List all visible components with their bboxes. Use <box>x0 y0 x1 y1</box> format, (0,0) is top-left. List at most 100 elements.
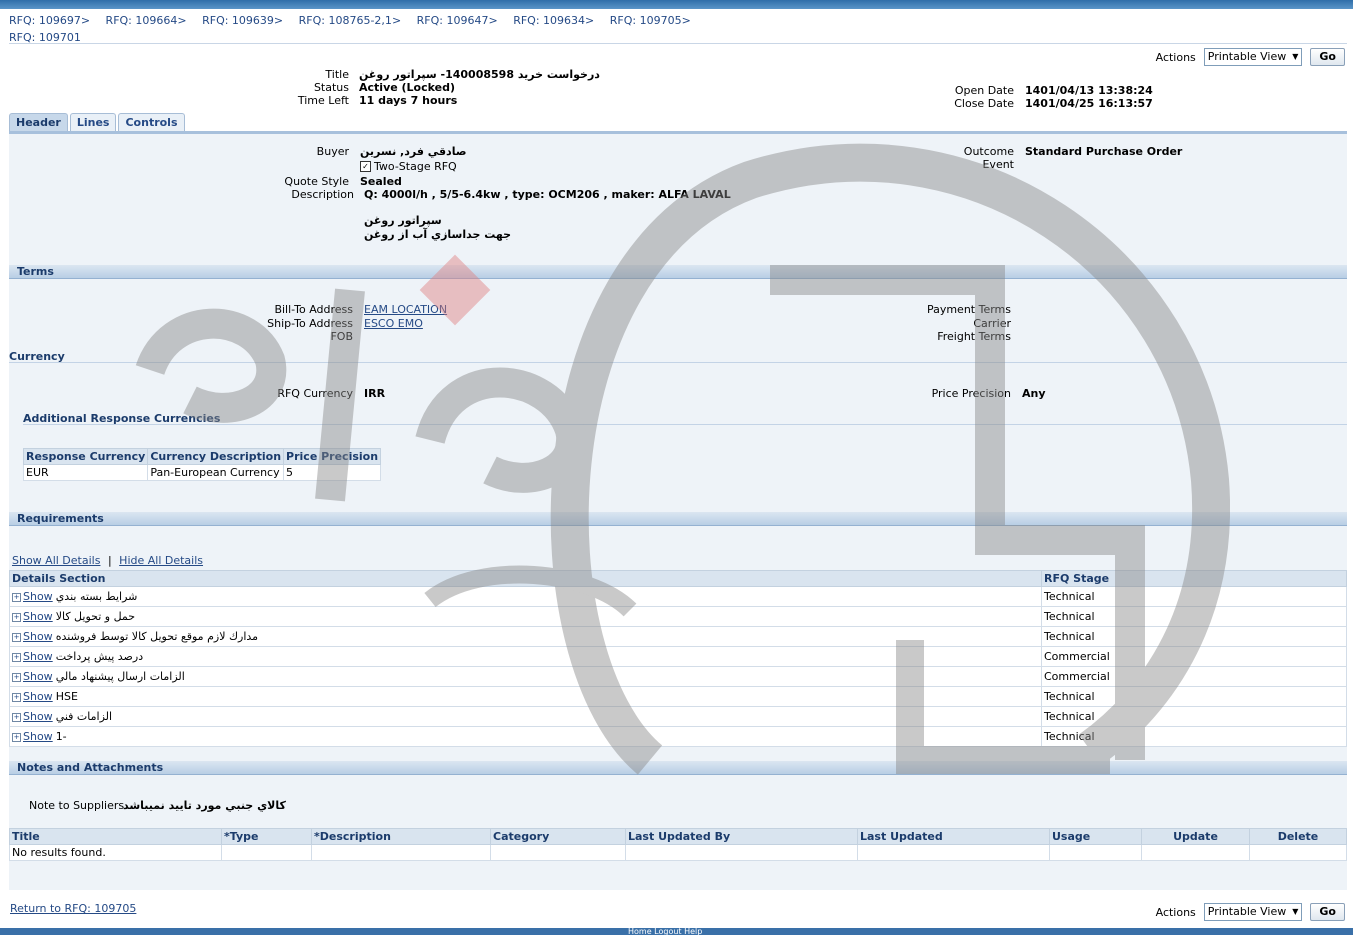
table-cell <box>857 844 1050 861</box>
show-details-link[interactable]: Show <box>23 710 53 723</box>
show-details-link[interactable]: Show <box>23 590 53 603</box>
show-details-link[interactable]: Show <box>23 650 53 663</box>
divider <box>9 43 1347 44</box>
go-button[interactable]: Go <box>1310 903 1345 921</box>
expand-icon[interactable]: + <box>12 672 21 682</box>
column-header: Category <box>490 828 626 845</box>
breadcrumb-link[interactable]: RFQ: 109639 <box>202 14 274 27</box>
description-label: Description <box>291 188 354 201</box>
breadcrumb-link[interactable]: RFQ: 109664 <box>106 14 178 27</box>
rfq-stage-cell: Commercial <box>1041 646 1347 667</box>
section-name: الزامات فني <box>55 710 113 723</box>
expand-icon[interactable]: + <box>12 632 21 642</box>
attachments-table: Title *Type *Description Category Last U… <box>9 828 1347 861</box>
hide-all-details-link[interactable]: Hide All Details <box>119 554 203 567</box>
section-name: شرايط بسته بندي <box>55 590 138 603</box>
return-link[interactable]: Return to RFQ: 109705 <box>10 902 136 915</box>
details-section-cell: + Show الزامات فني <box>9 706 1042 727</box>
expand-icon[interactable]: + <box>12 692 21 702</box>
description-line-2: سپراتور روغن <box>364 214 442 227</box>
table-cell: 5 <box>283 464 382 481</box>
expand-icon[interactable]: + <box>12 732 21 742</box>
expand-icon[interactable]: + <box>12 612 21 622</box>
table-row: + Show الزامات ارسال پيشنهاد مالي Commercia… <box>9 666 1347 687</box>
tab-header[interactable]: Header <box>9 113 68 131</box>
carrier-label: Carrier <box>973 317 1011 330</box>
table-row: + Show HSE Technical <box>9 686 1347 707</box>
tab-lines[interactable]: Lines <box>69 113 117 131</box>
expand-icon[interactable]: + <box>12 592 21 602</box>
requirements-table: Details Section RFQ Stage + Show شرايط بست… <box>9 570 1347 747</box>
table-row: + Show الزامات فني Technical <box>9 706 1347 727</box>
event-label: Event <box>982 158 1014 171</box>
column-header: Currency Description <box>147 448 285 465</box>
table-cell <box>1249 844 1347 861</box>
show-details-link[interactable]: Show <box>23 610 53 623</box>
price-precision-value: Any <box>1022 387 1046 400</box>
open-date-value: 1401/04/13 13:38:24 <box>1025 84 1153 97</box>
table-row: + Show شرايط بسته بندي Technical <box>9 586 1347 607</box>
show-details-link[interactable]: Show <box>23 690 53 703</box>
actions-selected-value: Printable View <box>1207 50 1287 63</box>
title-label: Title <box>325 68 349 81</box>
table-cell <box>490 844 626 861</box>
details-section-cell: + Show HSE <box>9 686 1042 707</box>
column-header: *Description <box>311 828 491 845</box>
rfq-stage-cell: Technical <box>1041 686 1347 707</box>
breadcrumb-separator: > <box>273 14 284 27</box>
note-to-suppliers-label: Note to Suppliers <box>29 799 125 812</box>
column-header: Update <box>1141 828 1250 845</box>
show-all-details-link[interactable]: Show All Details <box>12 554 100 567</box>
column-header-stage: RFQ Stage <box>1041 570 1347 587</box>
breadcrumb-link[interactable]: RFQ: 109697 <box>9 14 81 27</box>
show-details-link[interactable]: Show <box>23 630 53 643</box>
footer-bar: Home Logout Help <box>0 927 1353 936</box>
breadcrumb-link[interactable]: RFQ: 109634 <box>513 14 585 27</box>
section-name: HSE <box>55 690 78 703</box>
notes-section-header: Notes and Attachments <box>9 761 1347 775</box>
requirements-section-header: Requirements <box>9 512 1347 526</box>
rfq-stage-cell: Technical <box>1041 606 1347 627</box>
expand-icon[interactable]: + <box>12 652 21 662</box>
section-name: حمل و تحويل كالا <box>55 610 136 623</box>
table-row: No results found. <box>9 844 1347 861</box>
table-row: + Show درصد پيش پرداخت Commercial <box>9 646 1347 667</box>
freight-terms-label: Freight Terms <box>937 330 1011 343</box>
empty-message: No results found. <box>9 844 222 861</box>
status-value: Active (Locked) <box>359 81 456 94</box>
details-toggle-links: Show All Details | Hide All Details <box>12 554 203 567</box>
table-row: + Show حمل و تحويل كالا Technical <box>9 606 1347 627</box>
tab-controls[interactable]: Controls <box>118 113 185 131</box>
breadcrumb-separator: > <box>80 14 91 27</box>
bill-to-label: Bill-To Address <box>274 303 353 316</box>
chevron-down-icon: ▼ <box>1292 907 1299 916</box>
go-button[interactable]: Go <box>1310 48 1345 66</box>
table-cell <box>1141 844 1250 861</box>
breadcrumb-link[interactable]: RFQ: 109647 <box>417 14 489 27</box>
table-row: + Show مدارك لازم موقع تحويل كالا توسط فرو… <box>9 626 1347 647</box>
expand-icon[interactable]: + <box>12 712 21 722</box>
payment-terms-label: Payment Terms <box>926 303 1011 316</box>
show-details-link[interactable]: Show <box>23 730 53 743</box>
section-name: مدارك لازم موقع تحويل كالا توسط فروشنده <box>55 630 259 643</box>
ship-to-link[interactable]: ESCO EMO <box>364 317 423 330</box>
table-row: EUR Pan-European Currency 5 <box>22 464 382 481</box>
rfq-stage-cell: Technical <box>1041 626 1347 647</box>
bill-to-link[interactable]: EAM LOCATION <box>364 303 447 316</box>
time-left-value: 11 days 7 hours <box>359 94 458 107</box>
column-header: Last Updated By <box>625 828 858 845</box>
breadcrumb-link[interactable]: RFQ: 109705 <box>610 14 682 27</box>
breadcrumb-separator: > <box>488 14 498 27</box>
fob-label: FOB <box>330 330 353 343</box>
price-precision-label: Price Precision <box>931 387 1011 400</box>
top-banner <box>0 0 1353 9</box>
note-to-suppliers-value: كالاي جنبي مورد تاييد نميباشد <box>123 799 286 812</box>
ship-to-label: Ship-To Address <box>267 317 353 330</box>
breadcrumb-link[interactable]: RFQ: 108765-2,1 <box>299 14 392 27</box>
divider <box>9 362 1347 363</box>
rfq-currency-label: RFQ Currency <box>277 387 353 400</box>
actions-select[interactable]: Printable View ▼ <box>1203 903 1303 921</box>
section-name: 1- <box>55 730 67 743</box>
show-details-link[interactable]: Show <box>23 670 53 683</box>
actions-select[interactable]: Printable View ▼ <box>1203 48 1303 66</box>
